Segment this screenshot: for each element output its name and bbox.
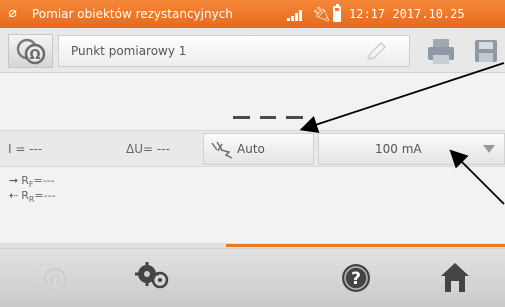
meter-button[interactable]: Ω [20, 249, 80, 307]
test-current-value: 100 mA [375, 142, 422, 156]
battery-icon [333, 4, 341, 22]
measurement-mode-icon: ⌀ [8, 5, 17, 21]
mode-label: Auto [237, 142, 265, 156]
voltage-drop-readout: ΔU= --- [126, 142, 170, 156]
header: Ω Punkt pomiarowy 1 [0, 28, 505, 73]
active-tab-indicator [226, 244, 505, 247]
meter-icon-button[interactable]: Ω [8, 34, 53, 68]
help-icon: ? [342, 264, 370, 292]
clock: 12:17 2017.10.25 [349, 7, 465, 21]
parameters-row: I = --- ΔU= --- Auto 100 mA [0, 130, 505, 167]
svg-text:Ω: Ω [49, 271, 62, 289]
plug-icon: 🔌︎ [312, 5, 332, 23]
home-icon [441, 263, 469, 292]
lightning-mode-icon [211, 141, 233, 159]
measurement-title: Pomiar obiektów rezystancyjnych [32, 7, 233, 21]
time: 12:17 [349, 7, 386, 21]
print-button[interactable] [422, 34, 460, 68]
device-screen: ⌀ Pomiar obiektów rezystancyjnych 🔌︎ 12:… [0, 0, 505, 307]
save-icon [475, 40, 497, 62]
current-readout: I = --- [8, 142, 43, 156]
date: 2017.10.25 [392, 7, 465, 21]
partial-results: ➞ RF=--- ⇠ RR=--- [0, 167, 505, 243]
rf-result: ➞ RF=--- [9, 174, 55, 190]
status-bar: ⌀ Pomiar obiektów rezystancyjnych 🔌︎ 12:… [0, 0, 505, 28]
bottom-toolbar: Ω ? [0, 248, 505, 307]
measurement-point-field[interactable]: Punkt pomiarowy 1 [58, 35, 410, 67]
main-result-area [0, 73, 505, 130]
mode-auto-button[interactable]: Auto [203, 133, 314, 165]
home-button[interactable] [425, 249, 485, 307]
svg-text:?: ? [351, 269, 361, 289]
main-result-value [233, 113, 304, 121]
chevron-down-icon [483, 145, 495, 153]
pencil-icon[interactable] [361, 39, 391, 65]
rr-result: ⇠ RR=--- [9, 189, 56, 205]
meter-icon: Ω [35, 262, 67, 291]
save-button[interactable] [469, 34, 501, 68]
svg-text:Ω: Ω [29, 48, 40, 63]
meter-icon: Ω [16, 38, 46, 65]
arrow-right-icon: ➞ [9, 174, 19, 187]
test-current-select[interactable]: 100 mA [318, 133, 505, 165]
signal-icon [287, 9, 305, 21]
settings-button[interactable] [123, 249, 183, 307]
point-name-label: Punkt pomiarowy 1 [71, 44, 187, 58]
arrow-left-icon: ⇠ [9, 189, 19, 202]
help-button[interactable]: ? [326, 249, 386, 307]
settings-icon [135, 262, 169, 289]
print-icon [428, 39, 454, 64]
